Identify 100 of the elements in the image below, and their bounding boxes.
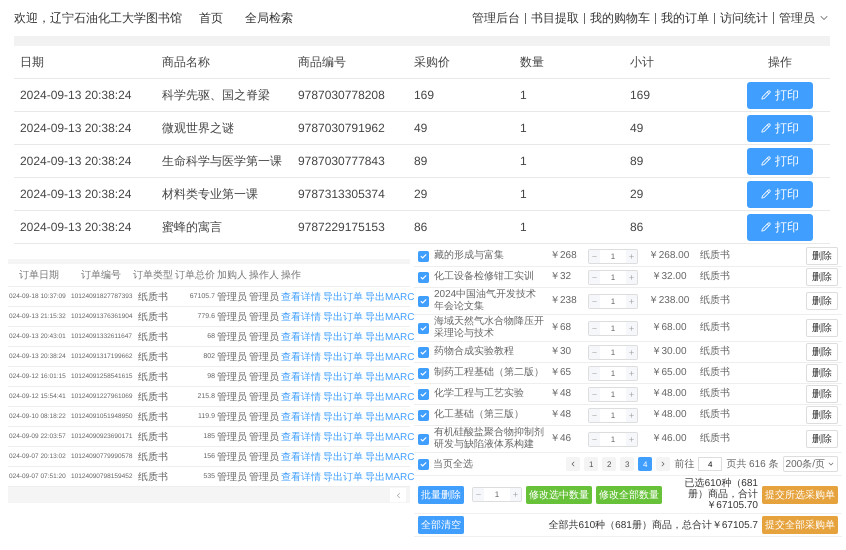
page-button[interactable]: 1 bbox=[584, 457, 598, 471]
checkbox[interactable] bbox=[418, 410, 429, 420]
nav-link[interactable]: 首页 bbox=[194, 12, 228, 24]
action-link[interactable]: 导出MARC bbox=[365, 470, 414, 484]
user-menu[interactable]: 管理员 bbox=[773, 12, 830, 24]
minus-button[interactable] bbox=[589, 294, 600, 308]
checkbox[interactable] bbox=[418, 458, 429, 470]
action-link[interactable]: 导出MARC bbox=[365, 410, 414, 424]
plus-button[interactable] bbox=[626, 294, 637, 308]
delete-button[interactable]: 删除 bbox=[806, 385, 838, 403]
action-link[interactable]: 导出订单 bbox=[323, 450, 363, 464]
delete-button[interactable]: 删除 bbox=[806, 268, 838, 286]
checkbox[interactable] bbox=[418, 388, 429, 400]
previous-page-button[interactable] bbox=[390, 488, 406, 502]
action-link[interactable]: 查看详情 bbox=[281, 470, 321, 484]
checkbox[interactable] bbox=[418, 296, 429, 306]
action-link[interactable]: 导出订单 bbox=[323, 330, 363, 344]
update-quantity-button[interactable]: 修改选中数量 bbox=[526, 486, 592, 504]
nav-link[interactable]: 访问统计 bbox=[714, 12, 773, 24]
nav-link[interactable]: 管理后台 bbox=[467, 12, 525, 24]
delete-button[interactable]: 删除 bbox=[806, 343, 838, 361]
next-page-button[interactable] bbox=[656, 457, 670, 471]
submit-button[interactable]: 提交所选采购单 bbox=[762, 486, 838, 504]
nav-link[interactable]: 书目提取 bbox=[525, 12, 584, 24]
checkbox[interactable] bbox=[418, 272, 429, 282]
minus-button[interactable] bbox=[589, 346, 600, 358]
delete-button[interactable]: 删除 bbox=[806, 319, 838, 337]
delete-button[interactable]: 删除 bbox=[806, 430, 838, 448]
action-link[interactable]: 导出MARC bbox=[365, 430, 414, 444]
action-link[interactable]: 导出MARC bbox=[365, 390, 414, 404]
quantity-stepper[interactable]: 1 bbox=[588, 408, 638, 422]
minus-button[interactable] bbox=[589, 388, 600, 400]
plus-button[interactable] bbox=[626, 250, 637, 262]
minus-button[interactable] bbox=[589, 250, 600, 262]
nav-link[interactable]: 我的订单 bbox=[655, 12, 714, 24]
minus-button[interactable] bbox=[589, 366, 600, 380]
quantity-stepper[interactable]: 1 bbox=[588, 294, 638, 308]
quantity-stepper[interactable]: 1 bbox=[588, 270, 638, 284]
plus-button[interactable] bbox=[626, 346, 637, 358]
action-link[interactable]: 查看详情 bbox=[281, 310, 321, 324]
minus-button[interactable] bbox=[589, 322, 600, 334]
action-link[interactable]: 导出MARC bbox=[365, 450, 414, 464]
minus-button[interactable] bbox=[589, 432, 600, 446]
minus-button[interactable] bbox=[473, 488, 484, 501]
action-link[interactable]: 导出订单 bbox=[323, 370, 363, 384]
action-link[interactable]: 导出订单 bbox=[323, 430, 363, 444]
quantity-stepper[interactable]: 1 bbox=[588, 344, 638, 360]
plus-button[interactable] bbox=[626, 408, 637, 422]
action-link[interactable]: 导出MARC bbox=[365, 370, 414, 384]
action-link[interactable]: 导出MARC bbox=[365, 310, 414, 324]
page-button[interactable]: 2 bbox=[602, 457, 616, 471]
minus-button[interactable] bbox=[589, 270, 600, 284]
quantity-stepper[interactable]: 1 bbox=[588, 248, 638, 264]
page-input[interactable]: 4 bbox=[698, 457, 722, 471]
action-link[interactable]: 导出MARC bbox=[365, 290, 414, 304]
nav-link[interactable]: 我的购物车 bbox=[584, 12, 655, 24]
quantity-stepper[interactable]: 1 bbox=[588, 320, 638, 336]
quantity-stepper[interactable]: 1 bbox=[588, 386, 638, 402]
print-button[interactable]: 打印 bbox=[747, 180, 813, 208]
delete-button[interactable]: 删除 bbox=[806, 292, 838, 310]
action-link[interactable]: 导出订单 bbox=[323, 410, 363, 424]
action-link[interactable]: 导出订单 bbox=[323, 310, 363, 324]
submit-all-button[interactable]: 提交全部采购单 bbox=[762, 516, 838, 534]
action-link[interactable]: 查看详情 bbox=[281, 370, 321, 384]
action-link[interactable]: 导出MARC bbox=[365, 330, 414, 344]
plus-button[interactable] bbox=[626, 366, 637, 380]
action-link[interactable]: 查看详情 bbox=[281, 450, 321, 464]
quantity-stepper[interactable]: 1 bbox=[588, 366, 638, 380]
action-link[interactable]: 查看详情 bbox=[281, 350, 321, 364]
print-button[interactable]: 打印 bbox=[747, 82, 813, 108]
action-link[interactable]: 导出订单 bbox=[323, 290, 363, 304]
clear-all-button[interactable]: 全部清空 bbox=[418, 516, 464, 534]
action-link[interactable]: 查看详情 bbox=[281, 330, 321, 344]
plus-button[interactable] bbox=[510, 488, 521, 501]
page-button[interactable]: 3 bbox=[620, 457, 634, 471]
action-link[interactable]: 导出订单 bbox=[323, 470, 363, 484]
previous-page-button[interactable] bbox=[566, 457, 580, 471]
plus-button[interactable] bbox=[626, 432, 637, 446]
action-link[interactable]: 查看详情 bbox=[281, 390, 321, 404]
action-link[interactable]: 查看详情 bbox=[281, 290, 321, 304]
plus-button[interactable] bbox=[626, 270, 637, 284]
action-link[interactable]: 查看详情 bbox=[281, 410, 321, 424]
checkbox[interactable] bbox=[418, 322, 429, 334]
print-button[interactable]: 打印 bbox=[747, 114, 813, 142]
delete-button[interactable]: 删除 bbox=[806, 364, 838, 382]
nav-link[interactable]: 全局检索 bbox=[240, 12, 298, 24]
checkbox[interactable] bbox=[418, 434, 429, 444]
minus-button[interactable] bbox=[589, 408, 600, 422]
plus-button[interactable] bbox=[626, 322, 637, 334]
checkbox[interactable] bbox=[418, 346, 429, 358]
action-link[interactable]: 导出订单 bbox=[323, 350, 363, 364]
quantity-stepper[interactable]: 1 bbox=[472, 487, 522, 502]
page-button[interactable]: 4 bbox=[638, 457, 652, 471]
batch-delete-button[interactable]: 批量删除 bbox=[418, 486, 464, 504]
delete-button[interactable]: 删除 bbox=[806, 406, 838, 424]
checkbox[interactable] bbox=[418, 368, 429, 378]
page-size-select[interactable]: 200条/页 bbox=[782, 456, 838, 472]
update-quantity-button[interactable]: 修改全部数量 bbox=[596, 486, 662, 504]
action-link[interactable]: 导出订单 bbox=[323, 390, 363, 404]
plus-button[interactable] bbox=[626, 388, 637, 400]
